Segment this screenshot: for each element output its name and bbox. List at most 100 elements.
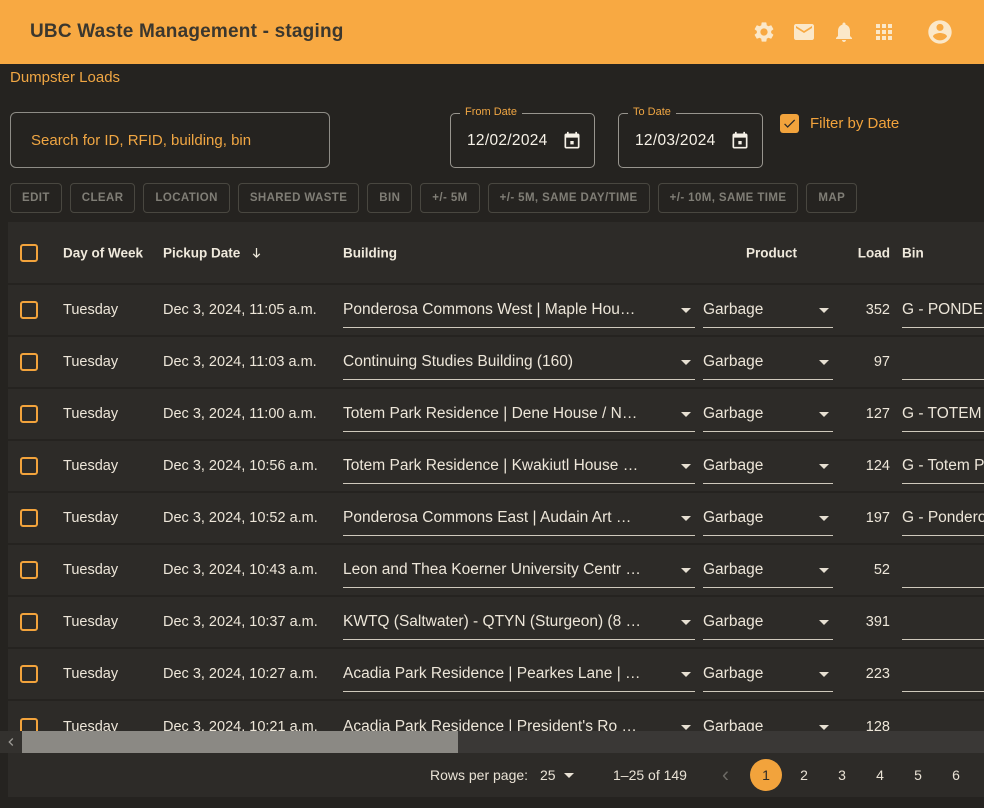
from-date-field[interactable]: From Date 12/02/2024 [450,113,595,168]
to-date-label: To Date [628,106,676,118]
row-checkbox[interactable] [20,509,38,527]
building-select[interactable]: Totem Park Residence | Kwakiutl House … [343,448,695,484]
rows-per-page-select[interactable]: 25 [540,767,574,783]
building-select[interactable]: Leon and Thea Koerner University Centr … [343,552,695,588]
pickup-date-cell: Dec 3, 2024, 11:03 a.m. [163,354,317,370]
product-select[interactable]: Garbage [703,292,833,328]
shared-waste-button[interactable]: SHARED WASTE [238,183,359,213]
load-cell: 52 [830,562,890,578]
page-button-4[interactable]: 4 [864,759,896,791]
building-select[interactable]: KWTQ (Saltwater) - QTYN (Sturgeon) (8 … [343,604,695,640]
building-select[interactable]: Ponderosa Commons East | Audain Art … [343,500,695,536]
building-select[interactable]: Continuing Studies Building (160) [343,344,695,380]
edit-button[interactable]: EDIT [10,183,62,213]
product-select[interactable]: Garbage [703,552,833,588]
product-select[interactable]: Garbage [703,604,833,640]
building-select[interactable]: Totem Park Residence | Dene House / N… [343,396,695,432]
breadcrumb-dumpster-loads[interactable]: Dumpster Loads [10,69,120,86]
column-header-building[interactable]: Building [343,245,397,260]
page-button-1[interactable]: 1 [750,759,782,791]
product-select[interactable]: Garbage [703,396,833,432]
horizontal-scrollbar-track[interactable] [0,731,984,753]
row-checkbox[interactable] [20,405,38,423]
table-row: Tuesday Dec 3, 2024, 10:52 a.m. Ponderos… [8,493,984,545]
chevron-down-icon [681,412,691,417]
row-checkbox[interactable] [20,665,38,683]
pickup-date-cell: Dec 3, 2024, 10:52 a.m. [163,510,318,526]
pagination-range: 1–25 of 149 [613,767,687,783]
account-icon[interactable] [926,18,954,46]
mail-icon[interactable] [792,20,816,44]
day-of-week-cell: Tuesday [63,354,118,370]
scroll-left-button[interactable] [0,731,22,753]
clear-button[interactable]: CLEAR [70,183,136,213]
row-checkbox[interactable] [20,353,38,371]
table-row: Tuesday Dec 3, 2024, 10:37 a.m. KWTQ (Sa… [8,597,984,649]
column-header-product[interactable]: Product [746,245,797,260]
building-select[interactable]: Acadia Park Residence | Pearkes Lane | … [343,656,695,692]
bin-select[interactable] [902,344,984,380]
page-button-2[interactable]: 2 [788,759,820,791]
notifications-icon[interactable] [832,20,856,44]
bin-select[interactable]: G - Totem P [902,448,984,484]
chevron-down-icon [819,360,829,365]
chevron-down-icon [681,464,691,469]
rows-per-page-label: Rows per page: [430,767,528,783]
filter-by-date-checkbox[interactable] [780,114,799,133]
plus-minus-5m-button[interactable]: +/- 5M [420,183,479,213]
bin-button[interactable]: BIN [367,183,412,213]
column-header-day-of-week[interactable]: Day of Week [63,245,143,260]
horizontal-scrollbar-thumb[interactable] [22,731,458,753]
bin-select[interactable] [902,552,984,588]
chevron-down-icon [681,725,691,730]
location-button[interactable]: LOCATION [143,183,229,213]
app-bar: UBC Waste Management - staging [0,0,984,64]
search-input[interactable] [11,113,329,167]
row-checkbox[interactable] [20,457,38,475]
day-of-week-cell: Tuesday [63,562,118,578]
sort-descending-icon [249,245,264,260]
load-cell: 124 [830,458,890,474]
product-select[interactable]: Garbage [703,448,833,484]
chevron-down-icon [681,360,691,365]
settings-icon[interactable] [752,20,776,44]
load-cell: 223 [830,666,890,682]
select-all-checkbox[interactable] [20,244,38,262]
column-header-bin[interactable]: Bin [902,245,924,260]
plus-minus-5m-same-day-button[interactable]: +/- 5M, SAME DAY/TIME [488,183,650,213]
bin-select[interactable]: G - PONDER [902,292,984,328]
bin-select[interactable] [902,656,984,692]
table-row: Tuesday Dec 3, 2024, 10:43 a.m. Leon and… [8,545,984,597]
product-select[interactable]: Garbage [703,344,833,380]
building-select[interactable]: Ponderosa Commons West | Maple Hou… [343,292,695,328]
row-checkbox[interactable] [20,301,38,319]
bin-select[interactable]: G - Pondero [902,500,984,536]
bin-select[interactable]: G - TOTEM [902,396,984,432]
page-button-6[interactable]: 6 [940,759,972,791]
column-header-load[interactable]: Load [830,245,890,260]
to-date-value[interactable]: 12/03/2024 [635,132,716,150]
column-header-pickup-date[interactable]: Pickup Date [163,245,264,260]
to-date-field[interactable]: To Date 12/03/2024 [618,113,763,168]
table-row: Tuesday Dec 3, 2024, 11:03 a.m. Continui… [8,337,984,389]
page-button-3[interactable]: 3 [826,759,858,791]
page-button-5[interactable]: 5 [902,759,934,791]
apps-grid-icon[interactable] [872,20,896,44]
pickup-date-cell: Dec 3, 2024, 11:05 a.m. [163,302,317,318]
plus-minus-10m-same-time-button[interactable]: +/- 10M, SAME TIME [658,183,799,213]
chevron-down-icon [819,568,829,573]
previous-page-button[interactable]: ‹ [722,765,729,786]
row-checkbox[interactable] [20,613,38,631]
chevron-down-icon [819,308,829,313]
row-checkbox[interactable] [20,561,38,579]
bin-select[interactable] [902,604,984,640]
chevron-down-icon [681,516,691,521]
filter-by-date-label: Filter by Date [810,115,899,132]
load-cell: 127 [830,406,890,422]
from-date-value[interactable]: 12/02/2024 [467,132,548,150]
calendar-icon[interactable] [730,131,750,151]
calendar-icon[interactable] [562,131,582,151]
product-select[interactable]: Garbage [703,656,833,692]
product-select[interactable]: Garbage [703,500,833,536]
map-button[interactable]: MAP [806,183,857,213]
